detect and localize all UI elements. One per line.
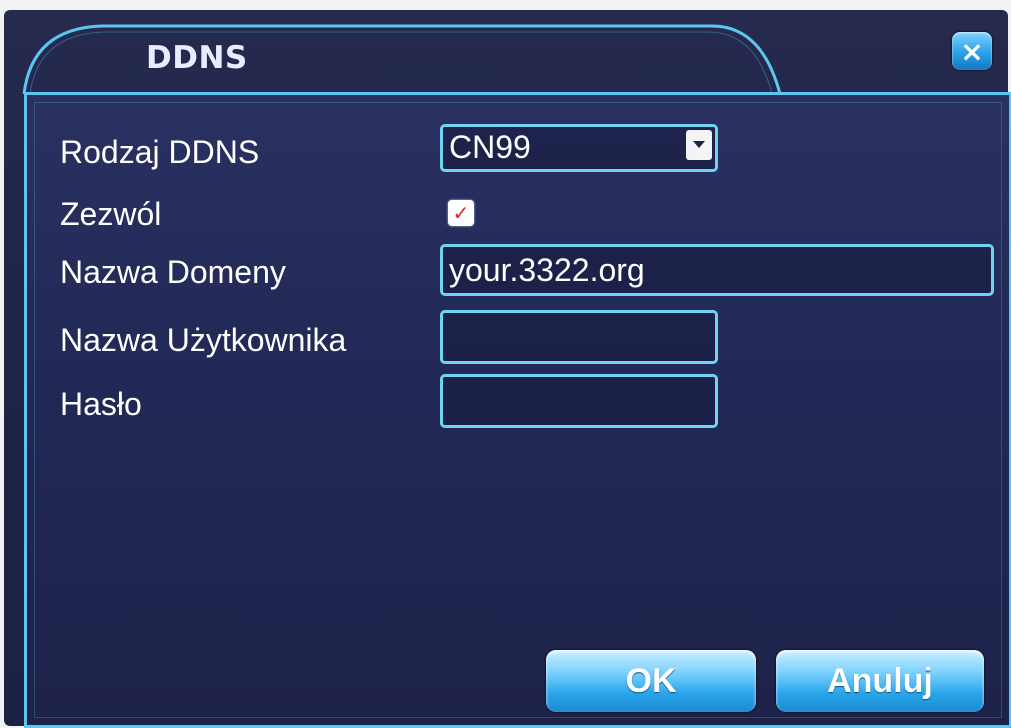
ddns-type-select[interactable]: CN99 <box>440 124 718 172</box>
ok-button[interactable]: OK <box>546 650 756 712</box>
ddns-type-label: Rodzaj DDNS <box>60 134 260 170</box>
stage: DDNS × Rodzaj DDNS CN99 Zezwól ✓ Nazwa D… <box>0 0 1011 728</box>
ddns-type-value: CN99 <box>449 129 531 165</box>
dialog-title: DDNS <box>146 40 248 76</box>
enable-label: Zezwól <box>60 196 162 232</box>
cancel-button[interactable]: Anuluj <box>776 650 984 712</box>
checkmark-icon: ✓ <box>452 201 470 225</box>
domain-label: Nazwa Domeny <box>60 254 286 290</box>
ddns-dialog: DDNS × Rodzaj DDNS CN99 Zezwól ✓ Nazwa D… <box>4 10 1011 728</box>
username-input[interactable] <box>440 310 718 364</box>
close-button[interactable]: × <box>952 32 992 70</box>
domain-input[interactable]: your.3322.org <box>440 244 994 296</box>
chevron-down-icon[interactable] <box>686 130 712 160</box>
password-input[interactable] <box>440 374 718 428</box>
username-label: Nazwa Użytkownika <box>60 322 347 358</box>
enable-checkbox[interactable]: ✓ <box>448 200 474 226</box>
close-icon: × <box>960 34 984 68</box>
password-label: Hasło <box>60 386 142 422</box>
title-tab: DDNS <box>22 20 782 96</box>
